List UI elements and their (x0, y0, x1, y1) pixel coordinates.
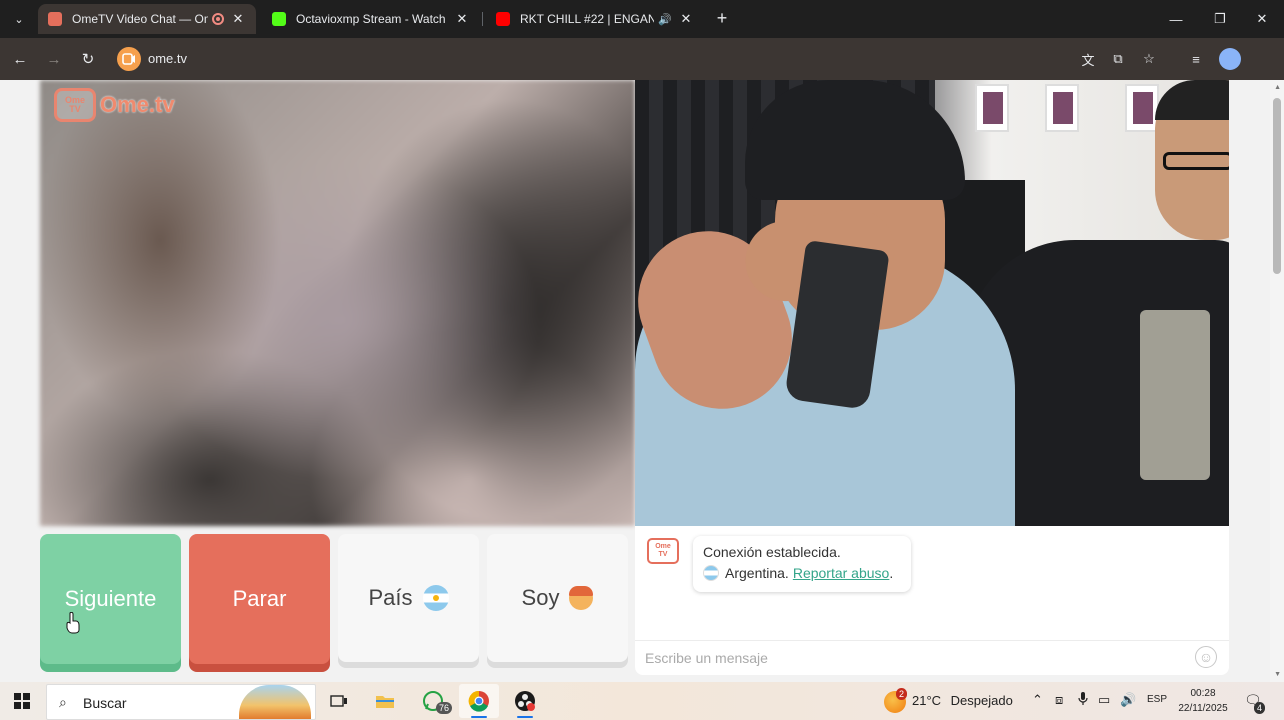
clock-time: 00:28 (1190, 688, 1216, 699)
tray-overflow-chevron-icon[interactable]: ⌃ (1032, 692, 1043, 708)
close-tab-icon[interactable]: ✕ (454, 11, 470, 27)
country-label: País (368, 585, 413, 610)
tab-ometv[interactable]: OmeTV Video Chat — Ome ✕ (38, 4, 256, 34)
tab-kick-stream[interactable]: Octavioxmp Stream - Watch Liv ✕ (262, 4, 480, 34)
bookmark-star-icon[interactable]: ☆ (1139, 49, 1159, 69)
logo-text: Ome.tv (100, 92, 175, 117)
report-suffix: . (889, 565, 894, 581)
chrome-icon[interactable] (467, 690, 491, 712)
close-tab-icon[interactable]: ✕ (678, 11, 694, 27)
stranger-video (40, 80, 635, 526)
close-tab-icon[interactable]: ✕ (230, 11, 246, 27)
tab-title: OmeTV Video Chat — Ome (72, 12, 208, 26)
self-camera-video (635, 80, 1229, 526)
tab-youtube[interactable]: RKT CHILL #22 | ENGANCHA 🔊 ✕ (486, 4, 704, 34)
partner-country: Argentina. (725, 565, 789, 581)
stop-button[interactable]: Parar (189, 534, 330, 664)
taskbar-search[interactable]: ⌕ Buscar (46, 684, 316, 720)
tab-divider (482, 12, 483, 26)
weather-widget[interactable]: 21°C Despejado (912, 693, 1013, 708)
search-icon: ⌕ (59, 694, 67, 710)
page-scrollbar[interactable]: ▲ ▼ (1270, 80, 1284, 682)
obs-recorder-icon[interactable] (513, 690, 537, 712)
network-icon[interactable]: ▭ (1098, 692, 1110, 708)
windows-start-icon[interactable] (14, 693, 30, 709)
stop-label: Parar (232, 586, 287, 611)
clock[interactable]: 00:28 22/11/2025 (1174, 686, 1232, 716)
file-explorer-icon[interactable] (373, 690, 397, 712)
recording-icon (212, 13, 224, 25)
weather-condition: Despejado (950, 693, 1013, 708)
microphone-icon[interactable] (1078, 692, 1088, 709)
scroll-down-arrow-icon[interactable]: ▼ (1274, 671, 1281, 678)
gender-select-button[interactable]: Soy (487, 534, 628, 662)
tray-app-icon[interactable]: ⧈ (1055, 692, 1063, 708)
restore-button[interactable]: ❐ (1198, 0, 1242, 38)
windows-taskbar: ⌕ Buscar 76 2 21°C Despejado ⌃ ⧈ ▭ 🔊 ESP… (0, 682, 1284, 720)
speaker-icon[interactable]: 🔊 (658, 13, 672, 26)
tab-search-chevron-icon[interactable]: ⌄ (8, 8, 30, 30)
clock-date: 22/11/2025 (1178, 703, 1228, 714)
ometv-chat-avatar-icon: Ome TV (647, 538, 679, 564)
forward-arrow-icon[interactable]: → (43, 48, 65, 70)
system-message: Conexión establecida. Argentina. Reporta… (693, 536, 911, 592)
scroll-up-arrow-icon[interactable]: ▲ (1274, 84, 1281, 91)
new-tab-button[interactable]: + (712, 8, 732, 28)
report-abuse-link[interactable]: Reportar abuso (793, 565, 890, 581)
reload-icon[interactable]: ↻ (77, 48, 99, 70)
argentina-flag-icon (422, 585, 449, 611)
language-indicator[interactable]: ESP (1147, 694, 1167, 705)
close-window-button[interactable]: ✕ (1240, 0, 1284, 38)
profile-avatar[interactable] (1219, 48, 1241, 70)
task-view-icon[interactable] (327, 690, 351, 712)
active-indicator (471, 716, 487, 718)
gender-label: Soy (521, 585, 560, 610)
weather-temp: 21°C (912, 693, 942, 708)
notification-count: 4 (1254, 702, 1266, 714)
address-bar[interactable]: ome.tv (148, 51, 187, 66)
search-label: Buscar (83, 695, 127, 711)
tab-title: Octavioxmp Stream - Watch Liv (296, 12, 448, 26)
install-app-icon[interactable]: ⧉ (1108, 49, 1128, 69)
weather-badge: 2 (896, 688, 908, 700)
smiley-icon[interactable]: ☺ (1195, 646, 1217, 668)
whatsapp-badge: 76 (436, 702, 453, 714)
divider (635, 640, 1229, 641)
translate-icon[interactable]: 文 (1078, 49, 1098, 69)
tv-icon: Ome TV (54, 88, 96, 122)
connection-status: Conexión establecida. (703, 544, 841, 560)
ometv-favicon-icon (48, 12, 62, 26)
ometv-logo: Ome TV Ome.tv (54, 88, 175, 122)
search-highlight-image (239, 685, 311, 719)
youtube-favicon-icon (496, 12, 510, 26)
boy-emoji-icon (569, 586, 594, 610)
media-control-icon[interactable]: ≡ (1186, 49, 1206, 69)
chat-panel: Ome TV Conexión establecida. Argentina. … (635, 526, 1229, 675)
volume-icon[interactable]: 🔊 (1120, 692, 1136, 708)
kick-favicon-icon (272, 12, 286, 26)
tab-title: RKT CHILL #22 | ENGANCHA (520, 12, 655, 26)
site-info-icon[interactable] (117, 47, 141, 71)
minimize-button[interactable]: — (1154, 0, 1198, 38)
country-select-button[interactable]: País (338, 534, 479, 662)
argentina-flag-icon (703, 565, 719, 581)
back-arrow-icon[interactable]: ← (9, 48, 31, 70)
running-indicator (517, 716, 533, 718)
next-label: Siguiente (64, 586, 157, 611)
tab-strip: ⌄ OmeTV Video Chat — Ome ✕ Octavioxmp St… (0, 0, 1284, 38)
page-viewport: Ome TV Ome.tv Siguiente Parar País Soy O… (0, 80, 1284, 682)
next-button[interactable]: Siguiente (40, 534, 181, 664)
message-input[interactable] (645, 646, 1185, 670)
hand-cursor-icon (66, 612, 80, 634)
scroll-thumb[interactable] (1273, 98, 1281, 274)
